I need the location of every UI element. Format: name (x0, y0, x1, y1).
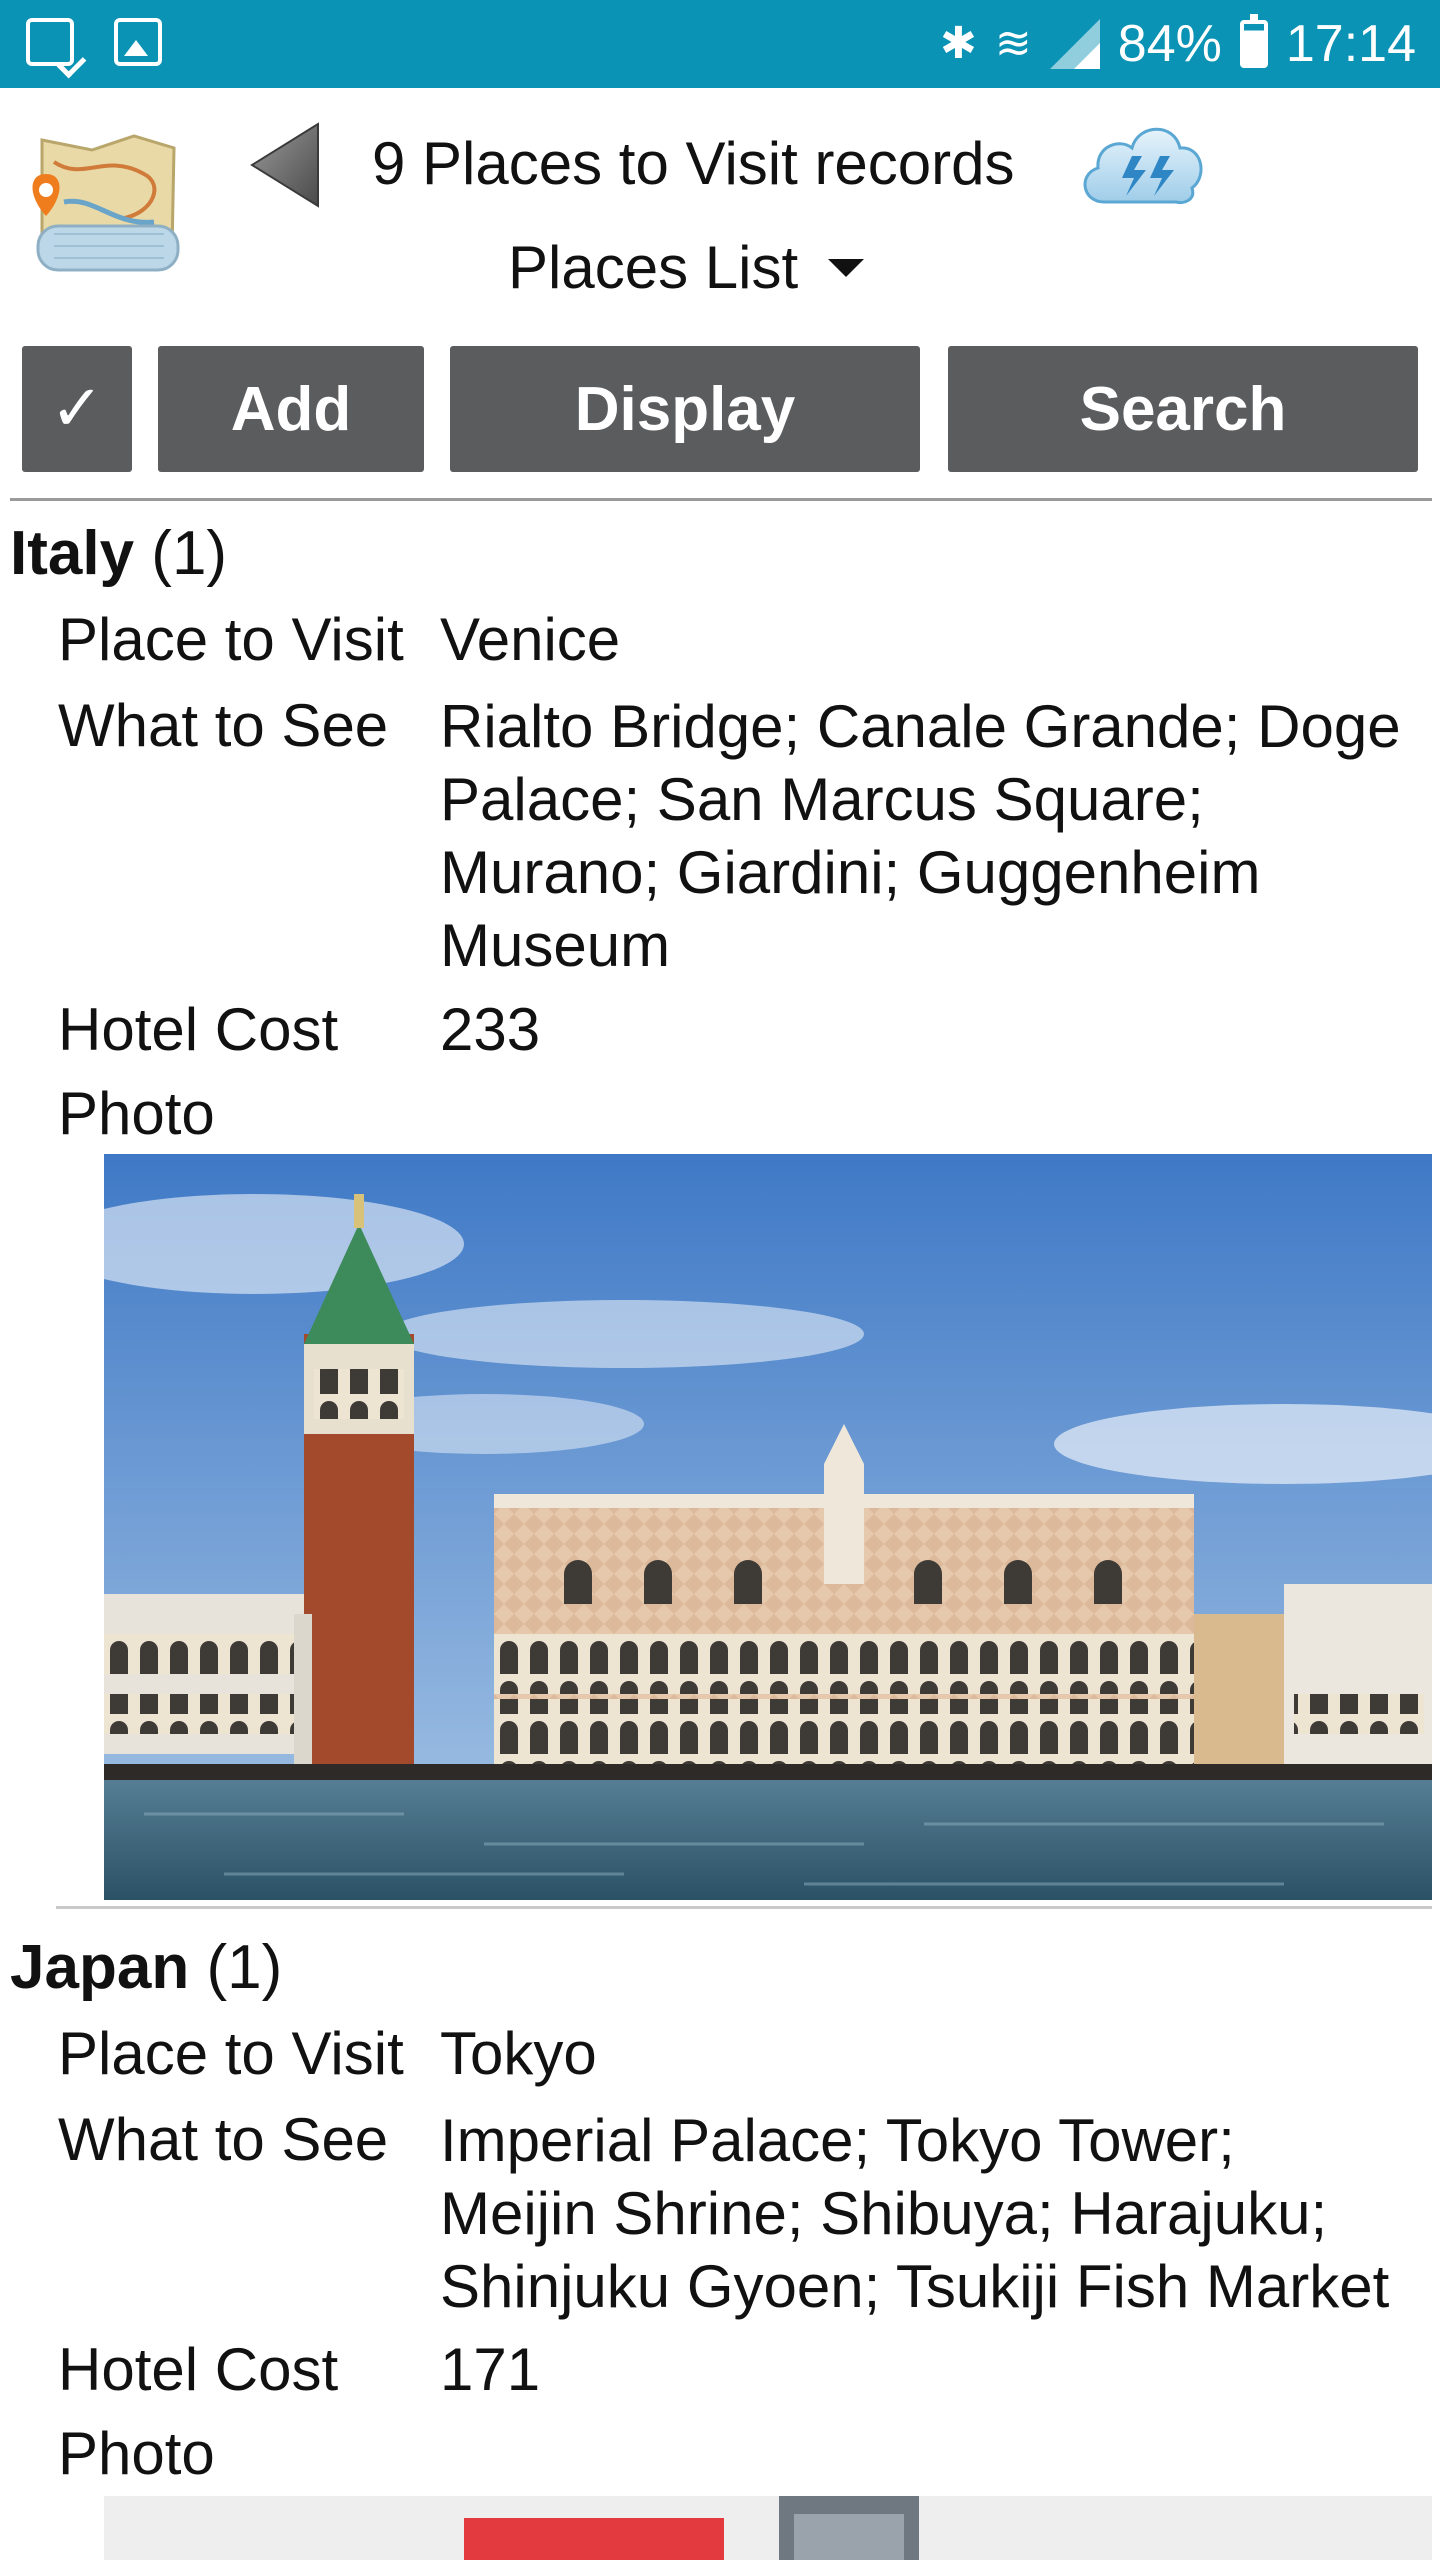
view-selector-label: Places List (508, 234, 799, 301)
signal-icon (1049, 19, 1100, 69)
back-arrow-icon[interactable] (250, 122, 322, 208)
group-name: Italy (10, 519, 135, 588)
venice-photo[interactable] (104, 1154, 1432, 1900)
battery-percent: 84% (1117, 15, 1222, 73)
toolbar-divider (10, 498, 1432, 501)
records-title: 9 Places to Visit records (372, 130, 1015, 197)
status-left-icons (26, 18, 162, 66)
photo-label: Photo (58, 1080, 215, 1147)
hotel-cost-label: Hotel Cost (58, 2336, 339, 2403)
what-to-see-line: Murano; Giardini; Guggenheim (440, 839, 1261, 906)
what-to-see-line: Shinjuku Gyoen; Tsukiji Fish Market (440, 2253, 1390, 2320)
cloud-sync-icon[interactable] (1076, 116, 1206, 208)
status-right-icons: ✱ ≋ 84% 17:14 (940, 10, 1416, 78)
hotel-cost-label: Hotel Cost (58, 996, 339, 1063)
hotel-cost-value: 233 (440, 996, 541, 1063)
what-to-see-line: Palace; San Marcus Square; (440, 766, 1204, 833)
what-to-see-line: Meijin Shrine; Shibuya; Harajuku; (440, 2180, 1328, 2247)
map-logo-icon[interactable] (24, 122, 180, 278)
what-to-see-line: Imperial Palace; Tokyo Tower; (440, 2107, 1235, 2174)
group-name: Japan (10, 1933, 190, 2002)
group-header-italy[interactable]: Italy (1) (10, 516, 227, 592)
record-divider (56, 1906, 1432, 1909)
what-to-see-line: Rialto Bridge; Canale Grande; Doge (440, 693, 1401, 760)
what-to-see-value: Rialto Bridge; Canale Grande; Doge Palac… (440, 690, 1430, 982)
bluetooth-icon: ✱ (940, 18, 977, 69)
select-button[interactable]: ✓ (22, 346, 132, 472)
search-button[interactable]: Search (948, 346, 1418, 472)
add-button[interactable]: Add (158, 346, 424, 472)
display-button[interactable]: Display (450, 346, 920, 472)
wifi-icon: ≋ (994, 18, 1032, 69)
view-selector[interactable]: Places List (508, 232, 865, 304)
status-bar: ✱ ≋ 84% 17:14 (0, 0, 1440, 88)
place-value: Tokyo (440, 2020, 597, 2087)
what-to-see-value: Imperial Palace; Tokyo Tower; Meijin Shr… (440, 2104, 1430, 2323)
place-label: Place to Visit (58, 2020, 404, 2087)
photo-label: Photo (58, 2420, 215, 2487)
what-to-see-label: What to See (58, 2106, 389, 2173)
what-to-see-label: What to See (58, 692, 389, 759)
chevron-down-icon (828, 259, 865, 277)
tokyo-photo[interactable] (104, 2496, 1432, 2560)
what-to-see-line: Museum (440, 912, 671, 979)
battery-icon (1239, 14, 1268, 68)
tablet-check-icon (26, 18, 74, 66)
clock: 17:14 (1285, 15, 1416, 73)
group-count: (1) (206, 1933, 283, 2002)
place-value: Venice (440, 606, 621, 673)
hotel-cost-value: 171 (440, 2336, 541, 2403)
group-header-japan[interactable]: Japan (1) (10, 1930, 282, 2006)
place-label: Place to Visit (58, 606, 404, 673)
group-count: (1) (151, 519, 228, 588)
image-icon (114, 18, 162, 66)
